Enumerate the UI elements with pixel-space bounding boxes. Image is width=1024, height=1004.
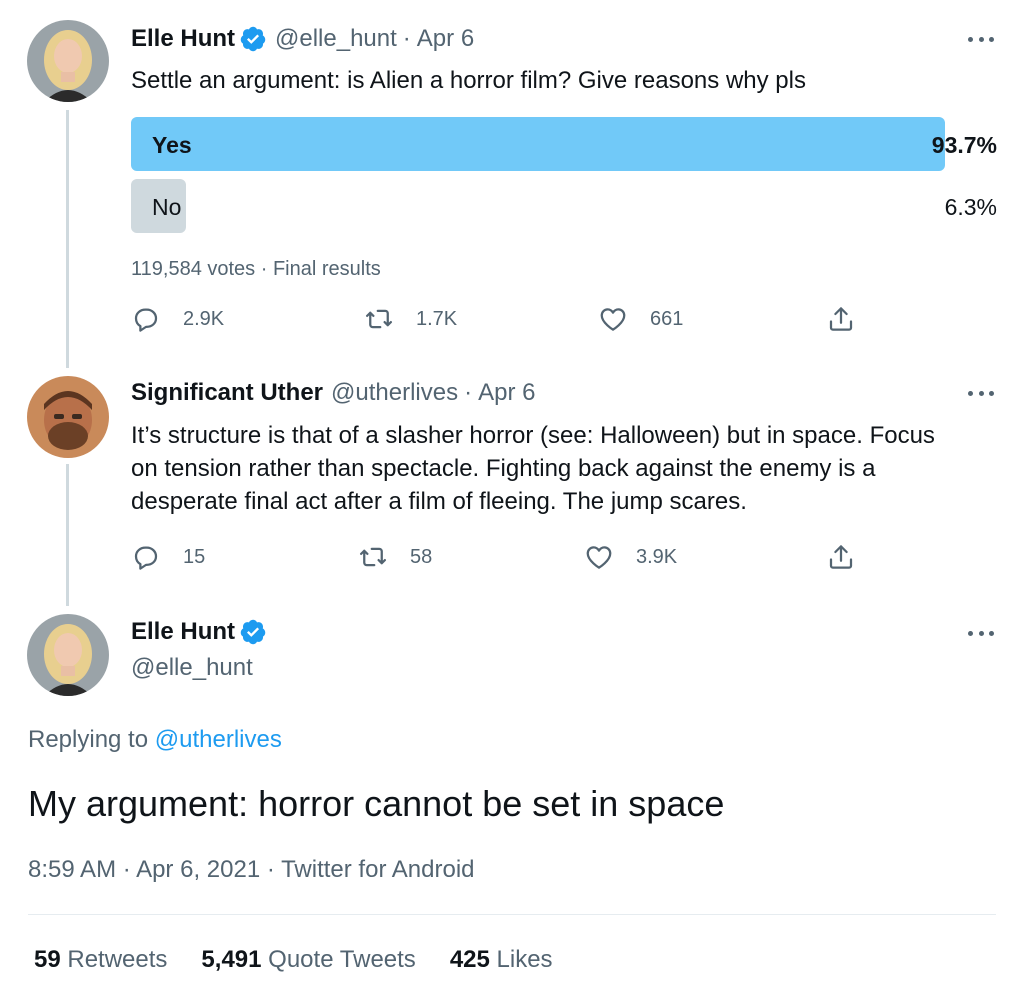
replying-to: Replying to @utherlives bbox=[28, 726, 282, 754]
tweet-stats: 59 Retweets 5,491 Quote Tweets 425 Likes bbox=[34, 946, 587, 974]
tweet-time[interactable]: 8:59 AM bbox=[28, 856, 116, 883]
more-icon[interactable] bbox=[968, 389, 994, 397]
reply-button[interactable]: 15 bbox=[131, 542, 205, 572]
replying-handle-link[interactable]: @utherlives bbox=[155, 726, 282, 753]
avatar-elle-hunt[interactable] bbox=[27, 20, 109, 102]
reply-count: 2.9K bbox=[183, 307, 225, 330]
author-name[interactable]: Elle Hunt bbox=[131, 24, 235, 54]
retweet-count: 1.7K bbox=[416, 307, 458, 330]
quote-tweets-count: 5,491 bbox=[201, 946, 262, 973]
avatar-significant-uther[interactable] bbox=[27, 376, 109, 458]
retweet-icon bbox=[358, 542, 388, 572]
poll-status: Final results bbox=[272, 258, 381, 280]
tweet-timestamp: 8:59 AM · Apr 6, 2021 · Twitter for Andr… bbox=[28, 856, 475, 884]
tweet-date[interactable]: Apr 6 bbox=[417, 24, 474, 54]
like-button[interactable]: 661 bbox=[598, 304, 683, 334]
separator: · bbox=[122, 856, 131, 883]
reply-count: 15 bbox=[183, 545, 206, 568]
share-button[interactable] bbox=[826, 542, 856, 572]
like-icon bbox=[598, 304, 628, 334]
quote-tweets-stat[interactable]: 5,491 Quote Tweets bbox=[201, 946, 415, 974]
reply-icon bbox=[131, 542, 161, 572]
thread-line-1 bbox=[66, 110, 69, 368]
author-name[interactable]: Significant Uther bbox=[131, 378, 323, 408]
author-handle[interactable]: @elle_hunt bbox=[131, 654, 253, 682]
verified-icon bbox=[239, 25, 267, 53]
poll-meta: 119,584 votes · Final results bbox=[131, 258, 381, 281]
share-icon bbox=[826, 304, 856, 334]
retweet-button[interactable]: 1.7K bbox=[364, 304, 457, 334]
like-count: 3.9K bbox=[636, 545, 678, 568]
reply-icon bbox=[131, 304, 161, 334]
tweet1-header: Elle Hunt @elle_hunt · Apr 6 bbox=[131, 24, 474, 54]
poll-percent-yes: 93.7% bbox=[931, 132, 997, 158]
quote-tweets-label: Quote Tweets bbox=[268, 946, 416, 973]
replying-prefix: Replying to bbox=[28, 726, 155, 753]
author-handle[interactable]: @utherlives bbox=[331, 378, 458, 408]
poll-bar-yes bbox=[131, 117, 945, 171]
tweet-full-date[interactable]: Apr 6, 2021 bbox=[136, 856, 260, 883]
separator: · bbox=[402, 25, 411, 52]
verified-icon bbox=[239, 618, 267, 646]
like-button[interactable]: 3.9K bbox=[584, 542, 677, 572]
retweets-count: 59 bbox=[34, 946, 61, 973]
share-button[interactable] bbox=[826, 304, 856, 334]
retweet-icon bbox=[364, 304, 394, 334]
main-tweet-text: My argument: horror cannot be set in spa… bbox=[28, 783, 725, 824]
like-icon bbox=[584, 542, 614, 572]
tweet-date[interactable]: Apr 6 bbox=[478, 378, 535, 408]
tweet2-header: Significant Uther @utherlives · Apr 6 bbox=[131, 378, 535, 408]
divider bbox=[28, 914, 996, 915]
poll-option-yes: Yes bbox=[152, 132, 192, 158]
like-count: 661 bbox=[650, 307, 684, 330]
author-handle[interactable]: @elle_hunt bbox=[275, 24, 397, 54]
poll-option-no: No bbox=[152, 194, 182, 220]
share-icon bbox=[826, 542, 856, 572]
likes-count: 425 bbox=[449, 946, 490, 973]
retweets-stat[interactable]: 59 Retweets bbox=[34, 946, 167, 974]
tweet-source[interactable]: Twitter for Android bbox=[281, 856, 474, 883]
tweet-text-line: It’s structure is that of a slasher horr… bbox=[131, 422, 935, 449]
author-name[interactable]: Elle Hunt bbox=[131, 618, 235, 646]
poll-votes: 119,584 votes bbox=[131, 258, 256, 280]
poll-percent-no: 6.3% bbox=[944, 194, 997, 220]
reply-button[interactable]: 2.9K bbox=[131, 304, 224, 334]
likes-stat[interactable]: 425 Likes bbox=[450, 946, 553, 974]
separator: · bbox=[266, 856, 275, 883]
thread-line-2 bbox=[66, 464, 69, 606]
main-tweet-header: Elle Hunt bbox=[131, 618, 267, 646]
likes-label: Likes bbox=[496, 946, 553, 973]
retweet-button[interactable]: 58 bbox=[358, 542, 432, 572]
retweet-count: 58 bbox=[410, 545, 433, 568]
tweet-text: Settle an argument: is Alien a horror fi… bbox=[131, 67, 806, 94]
separator: · bbox=[260, 258, 273, 280]
more-icon[interactable] bbox=[968, 629, 994, 637]
tweet-text: It’s structure is that of a slasher horr… bbox=[131, 419, 935, 518]
tweet-text-line: on tension rather than spectacle. Fighti… bbox=[131, 455, 876, 482]
tweet-text-line: desperate final act after a film of flee… bbox=[131, 488, 747, 515]
retweets-label: Retweets bbox=[67, 946, 168, 973]
avatar-elle-hunt[interactable] bbox=[27, 614, 109, 696]
more-icon[interactable] bbox=[968, 35, 994, 43]
separator: · bbox=[464, 379, 473, 406]
